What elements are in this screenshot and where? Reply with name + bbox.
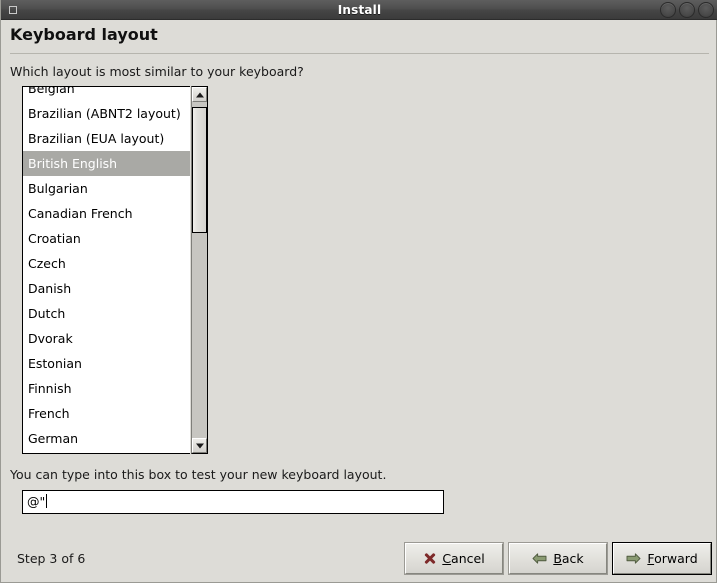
keyboard-layout-list-inner: Belgian Brazilian (ABNT2 layout) Brazilian… [23, 87, 190, 451]
scroll-down-button[interactable] [192, 438, 207, 453]
scroll-up-button[interactable] [192, 87, 207, 102]
cancel-x-icon [423, 552, 436, 565]
step-indicator: Step 3 of 6 [17, 551, 86, 566]
scrollbar-track[interactable] [192, 102, 207, 438]
minimize-button[interactable] [660, 2, 676, 18]
keyboard-test-input-value: @" [27, 494, 46, 509]
list-item[interactable]: Dvorak [23, 326, 190, 351]
list-item[interactable]: Danish [23, 276, 190, 301]
scroll-down-icon [195, 443, 204, 448]
keyboard-list-scrollbar[interactable] [191, 86, 208, 454]
arrow-left-icon [532, 553, 547, 564]
list-item[interactable]: Brazilian (ABNT2 layout) [23, 101, 190, 126]
scroll-up-icon [195, 92, 204, 97]
list-item[interactable]: Czech [23, 251, 190, 276]
scrollbar-thumb[interactable] [192, 107, 207, 233]
list-item[interactable]: British English [23, 151, 190, 176]
keyboard-layout-list[interactable]: Belgian Brazilian (ABNT2 layout) Brazilian… [22, 86, 190, 454]
list-item[interactable]: Brazilian (EUA layout) [23, 126, 190, 151]
window-controls [660, 2, 714, 18]
maximize-button[interactable] [679, 2, 695, 18]
list-item[interactable]: German [23, 426, 190, 451]
page-title: Keyboard layout [10, 25, 158, 44]
install-window: Install Keyboard layout Which layout is … [0, 0, 717, 583]
arrow-right-icon [626, 553, 641, 564]
test-box-label: You can type into this box to test your … [10, 467, 387, 482]
cancel-button[interactable]: Cancel [405, 543, 503, 574]
forward-button[interactable]: Forward [613, 543, 711, 574]
list-item[interactable]: Bulgarian [23, 176, 190, 201]
list-item[interactable]: Dutch [23, 301, 190, 326]
header-divider [10, 53, 709, 54]
list-item[interactable]: Canadian French [23, 201, 190, 226]
close-button[interactable] [698, 2, 714, 18]
list-item[interactable]: French [23, 401, 190, 426]
list-item[interactable]: Belgian [23, 87, 190, 101]
forward-button-label: Forward [647, 551, 698, 566]
list-item[interactable]: Croatian [23, 226, 190, 251]
list-item[interactable]: Finnish [23, 376, 190, 401]
text-caret [46, 494, 48, 508]
back-button-label: Back [553, 551, 584, 566]
list-item[interactable]: Estonian [23, 351, 190, 376]
window-titlebar[interactable]: Install [1, 0, 717, 20]
keyboard-test-input[interactable]: @" [22, 490, 444, 514]
back-button[interactable]: Back [509, 543, 607, 574]
window-title: Install [337, 3, 382, 17]
cancel-button-label: Cancel [442, 551, 485, 566]
question-label: Which layout is most similar to your key… [10, 64, 304, 79]
